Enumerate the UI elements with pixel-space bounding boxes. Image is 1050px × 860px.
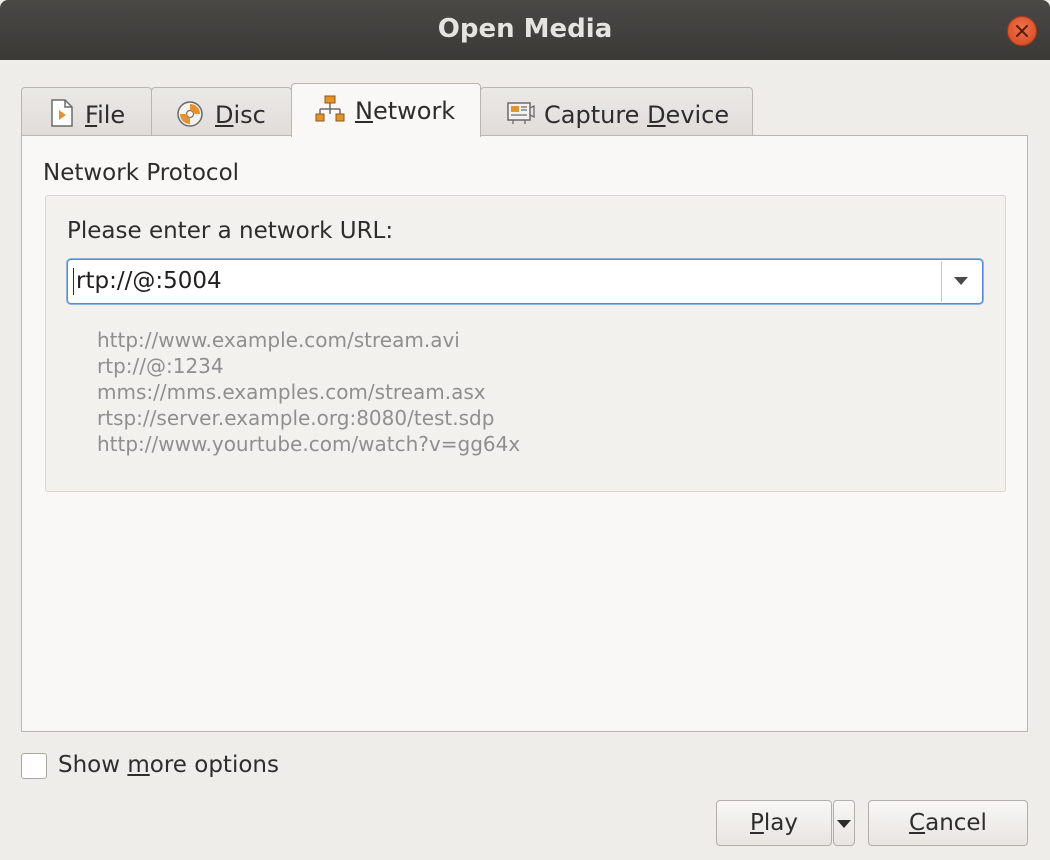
cancel-button-mnemonic: C xyxy=(909,810,926,836)
chevron-down-icon xyxy=(837,820,851,828)
tab-capture-device-prefix: Capture xyxy=(544,101,648,129)
network-url-dropdown-button[interactable] xyxy=(942,260,982,303)
url-example: rtsp://server.example.org:8080/test.sdp xyxy=(97,406,495,430)
tab-disc-label: isc xyxy=(233,101,266,129)
network-protocol-group: Please enter a network URL: rtp://@:5004… xyxy=(45,195,1006,492)
show-more-options-text-end: ore options xyxy=(149,752,279,778)
disc-icon xyxy=(177,101,203,127)
cancel-button[interactable]: Cancel xyxy=(868,800,1028,846)
title-bar[interactable]: Open Media xyxy=(0,0,1050,60)
tab-file-mnemonic: F xyxy=(85,101,98,129)
close-button[interactable] xyxy=(1007,16,1037,46)
tab-capture-device-mnemonic: D xyxy=(647,101,666,129)
chevron-down-icon xyxy=(954,277,968,285)
capture-device-icon xyxy=(507,102,535,124)
network-icon xyxy=(315,95,345,122)
cancel-button-label: ancel xyxy=(925,810,987,836)
network-url-combobox[interactable]: rtp://@:5004 xyxy=(67,259,983,304)
tab-network-label: etwork xyxy=(372,97,456,125)
tab-disc-mnemonic: D xyxy=(215,101,234,129)
url-example: http://www.yourtube.com/watch?v=gg64x xyxy=(97,432,521,456)
show-more-options-text-start: Show xyxy=(58,752,128,778)
network-tab-panel: Network Protocol Please enter a network … xyxy=(21,135,1028,732)
network-protocol-title: Network Protocol xyxy=(43,160,240,186)
show-more-options-mnemonic: m xyxy=(127,752,150,778)
tab-capture-device[interactable]: Capture Device xyxy=(480,87,753,135)
play-button[interactable]: Play xyxy=(716,800,832,846)
tab-disc[interactable]: Disc xyxy=(151,87,292,135)
play-options-dropdown-button[interactable] xyxy=(833,800,855,846)
tab-network-mnemonic: N xyxy=(355,97,373,125)
show-more-options-label[interactable]: Show more options xyxy=(58,752,279,778)
tab-network[interactable]: Network xyxy=(291,83,481,137)
open-media-dialog: Open Media File Disc Network Capture Dev… xyxy=(0,0,1050,860)
tab-capture-device-label: evice xyxy=(665,101,730,129)
url-example: mms://mms.examples.com/stream.asx xyxy=(97,380,486,404)
network-url-label: Please enter a network URL: xyxy=(67,218,394,244)
url-example: rtp://@:1234 xyxy=(97,354,224,378)
play-button-label: lay xyxy=(763,810,798,836)
url-examples-list: http://www.example.com/stream.avi rtp://… xyxy=(97,327,520,457)
url-example: http://www.example.com/stream.avi xyxy=(97,328,460,352)
tab-file[interactable]: File xyxy=(21,87,152,135)
window-title: Open Media xyxy=(437,14,613,44)
tab-file-label: ile xyxy=(97,101,126,129)
network-url-input[interactable]: rtp://@:5004 xyxy=(76,268,222,294)
text-cursor xyxy=(73,268,74,295)
play-button-mnemonic: P xyxy=(750,810,764,836)
file-icon xyxy=(51,99,73,127)
close-icon xyxy=(1016,25,1028,37)
show-more-options-checkbox[interactable] xyxy=(21,753,47,779)
